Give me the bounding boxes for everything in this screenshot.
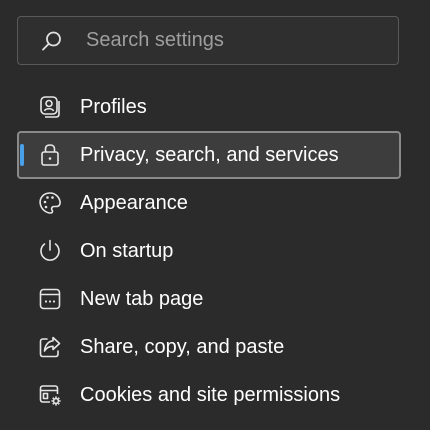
search-icon <box>40 29 64 53</box>
nav-item-on-startup[interactable]: On startup <box>17 227 401 275</box>
nav-item-share-copy-paste[interactable]: Share, copy, and paste <box>17 323 401 371</box>
nav-item-label: Share, copy, and paste <box>80 335 285 358</box>
new-tab-icon <box>36 285 64 313</box>
nav-item-label: Appearance <box>80 191 188 214</box>
selected-indicator <box>20 144 24 166</box>
profile-icon <box>36 93 64 121</box>
nav-item-label: Cookies and site permissions <box>80 383 341 406</box>
share-icon <box>36 333 64 361</box>
nav-item-label: New tab page <box>80 287 204 310</box>
settings-sidebar: Profiles Privacy, search, and services <box>0 0 430 430</box>
nav-item-privacy-search-services[interactable]: Privacy, search, and services <box>17 131 401 179</box>
cookies-permissions-icon <box>36 381 64 409</box>
search-input[interactable] <box>86 29 398 52</box>
search-box[interactable] <box>17 16 399 65</box>
nav-item-label: On startup <box>80 239 174 262</box>
nav-item-profiles[interactable]: Profiles <box>17 83 401 131</box>
power-icon <box>36 237 64 265</box>
palette-icon <box>36 189 64 217</box>
nav-item-new-tab-page[interactable]: New tab page <box>17 275 401 323</box>
lock-icon <box>36 141 64 169</box>
nav-item-cookies-site-permissions[interactable]: Cookies and site permissions <box>17 371 401 419</box>
nav-item-appearance[interactable]: Appearance <box>17 179 401 227</box>
settings-nav: Profiles Privacy, search, and services A… <box>17 83 401 419</box>
nav-item-label: Privacy, search, and services <box>80 143 339 166</box>
nav-item-label: Profiles <box>80 95 147 118</box>
